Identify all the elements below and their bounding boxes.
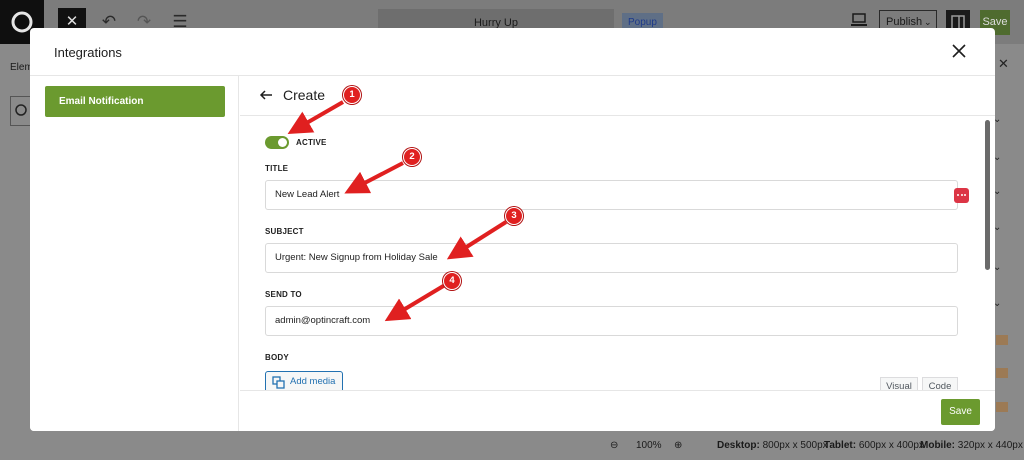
sidebar-item-email-notification[interactable]: Email Notification — [45, 86, 225, 117]
send-to-label: SEND TO — [265, 290, 302, 299]
viewport-desktop[interactable]: Desktop: 800px x 500px — [717, 440, 828, 451]
more-dots-icon[interactable] — [954, 188, 969, 203]
annotation-badge-2: 2 — [403, 148, 421, 166]
subject-label: SUBJECT — [265, 227, 304, 236]
subject-value: Urgent: New Signup from Holiday Sale — [275, 252, 438, 263]
tab-code[interactable]: Code — [922, 377, 958, 390]
zoom-in-icon[interactable]: ⊕ — [674, 440, 682, 451]
title-field[interactable]: New Lead Alert — [265, 180, 969, 210]
right-panel-close-icon[interactable]: ✕ — [998, 56, 1009, 72]
send-to-value: admin@optincraft.com — [275, 315, 371, 326]
zoom-out-icon[interactable]: ⊖ — [610, 440, 618, 451]
add-media-label: Add media — [290, 376, 336, 387]
toggle-knob — [278, 138, 287, 147]
close-icon[interactable] — [950, 42, 968, 60]
tab-visual[interactable]: Visual — [880, 377, 918, 390]
publish-label: Publish — [886, 16, 923, 28]
save-button[interactable]: Save — [941, 399, 980, 425]
body-label: BODY — [265, 353, 289, 362]
viewport-tablet[interactable]: Tablet: 600px x 400px — [824, 440, 924, 451]
form-scrollbar[interactable] — [985, 120, 990, 270]
integrations-sidebar: Email Notification — [30, 76, 239, 431]
modal-header: Integrations — [30, 28, 995, 76]
title-label: TITLE — [265, 164, 289, 173]
form-scroll-area: ACTIVE TITLE New Lead Alert SUBJECT Urge… — [240, 116, 995, 390]
search-icon[interactable] — [10, 96, 32, 126]
zoom-level: 100% — [636, 440, 662, 451]
setting-chip — [996, 368, 1008, 378]
send-to-field[interactable]: admin@optincraft.com — [265, 306, 958, 336]
integrations-modal: Integrations Email Notification Create A… — [30, 28, 995, 431]
modal-title: Integrations — [54, 45, 122, 60]
media-icon — [272, 376, 285, 389]
title-value: New Lead Alert — [275, 189, 340, 200]
add-media-button[interactable]: Add media — [265, 371, 343, 390]
active-toggle[interactable] — [265, 136, 289, 149]
annotation-badge-1: 1 — [343, 86, 361, 104]
annotation-badge-3: 3 — [505, 207, 523, 225]
editor-statusbar: ⊖ 100% ⊕ Desktop: 800px x 500px Tablet: … — [0, 432, 1024, 460]
create-panel: Create ACTIVE TITLE New Lead Alert SUBJE… — [240, 76, 995, 431]
left-panel-tab[interactable]: Elem — [0, 56, 32, 80]
setting-chip — [996, 402, 1008, 412]
annotation-badge-4: 4 — [443, 272, 461, 290]
back-arrow-icon[interactable] — [258, 87, 274, 103]
subject-field[interactable]: Urgent: New Signup from Holiday Sale — [265, 243, 958, 273]
setting-chip — [996, 335, 1008, 345]
active-label: ACTIVE — [296, 138, 327, 147]
viewport-mobile[interactable]: Mobile: 320px x 440px — [920, 440, 1023, 451]
create-title: Create — [283, 87, 326, 103]
modal-footer: Save — [240, 390, 995, 431]
